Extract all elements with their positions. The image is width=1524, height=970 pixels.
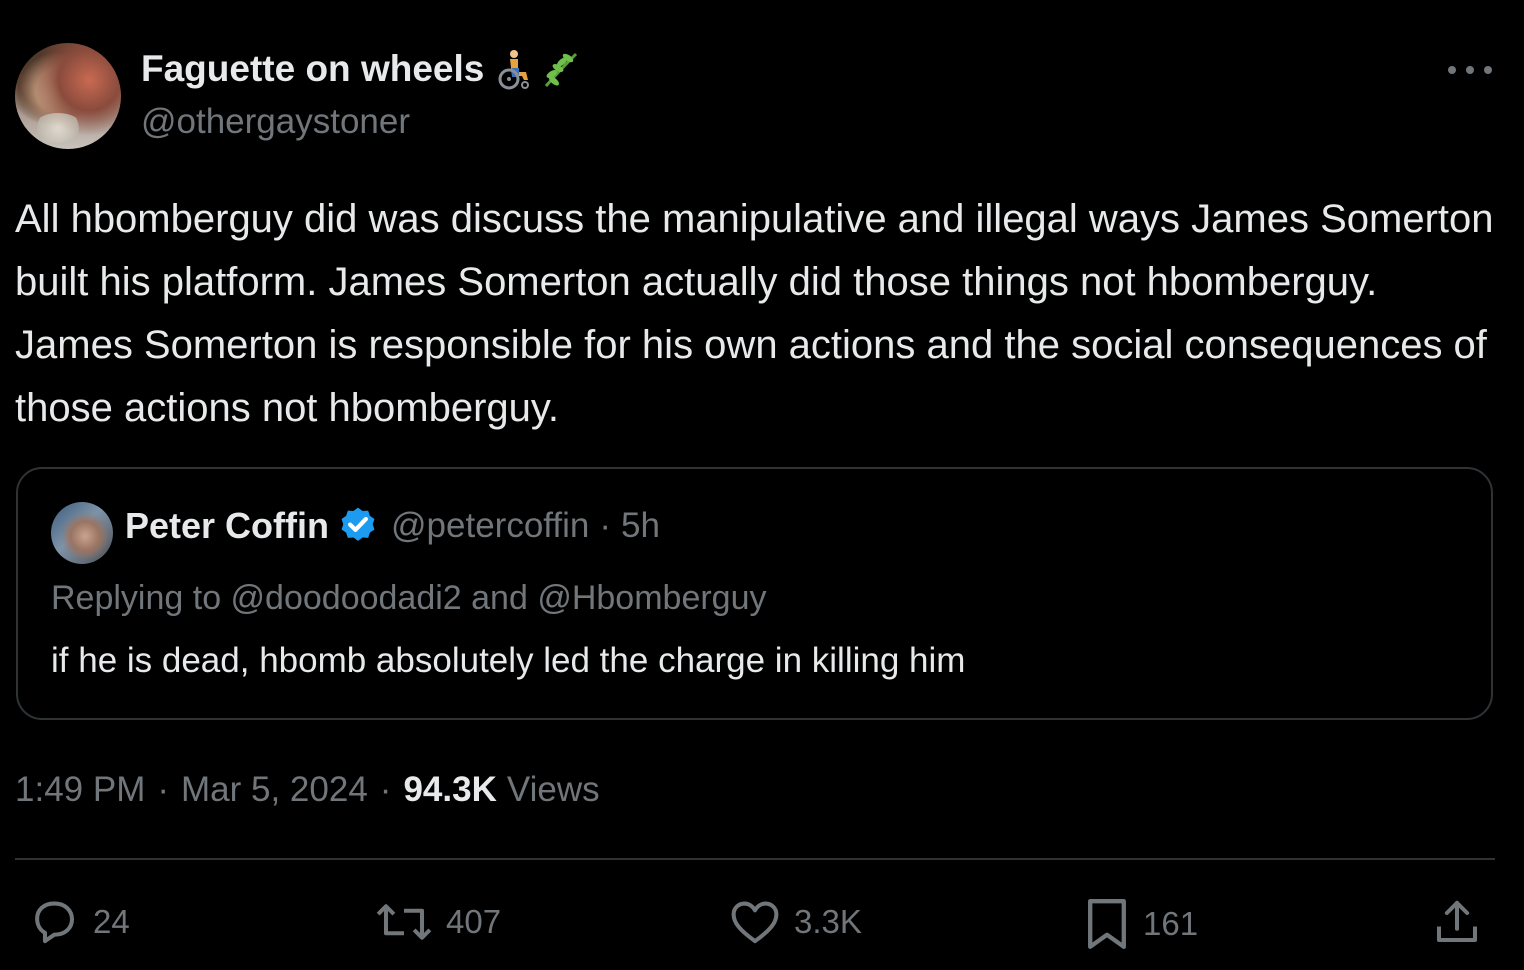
herb-icon bbox=[545, 52, 578, 87]
share-icon bbox=[1436, 900, 1478, 943]
like-count: 3.3K bbox=[794, 903, 862, 940]
reply-button[interactable]: 24 bbox=[27, 895, 130, 949]
like-button[interactable]: 3.3K bbox=[728, 895, 862, 949]
quoted-tweet-card[interactable]: Peter Coffin @petercoffin · 5h Replying … bbox=[16, 467, 1493, 720]
more-options-icon[interactable] bbox=[1448, 58, 1492, 82]
tweet-time[interactable]: 1:49 PM bbox=[15, 770, 145, 810]
tweet-text: All hbomberguy did was discuss the manip… bbox=[15, 197, 1494, 430]
quoted-author-handle[interactable]: @petercoffin bbox=[391, 506, 589, 546]
meta-separator: · bbox=[157, 770, 170, 809]
wheelchair-person-icon bbox=[498, 50, 530, 90]
quoted-tweet-time[interactable]: 5h bbox=[621, 506, 660, 546]
views-label: Views bbox=[506, 770, 600, 809]
quoted-header-separator: · bbox=[599, 506, 611, 545]
views-count: 94.3K bbox=[403, 770, 497, 809]
author-name-text: Faguette on wheels bbox=[141, 48, 485, 89]
author-handle[interactable]: @othergaystoner bbox=[141, 102, 410, 142]
quoted-author-name[interactable]: Peter Coffin bbox=[125, 505, 329, 547]
bookmark-icon bbox=[1088, 899, 1126, 949]
tweet-meta: 1:49 PM · Mar 5, 2024 · 94.3K Views bbox=[15, 770, 600, 810]
bookmark-count: 161 bbox=[1143, 905, 1199, 942]
repost-icon bbox=[376, 904, 432, 940]
quoted-tweet-header: Peter Coffin @petercoffin · 5h bbox=[125, 505, 660, 547]
meta-separator: · bbox=[379, 770, 392, 809]
reply-count: 24 bbox=[93, 903, 130, 940]
repost-count: 407 bbox=[446, 903, 502, 940]
verified-badge-icon bbox=[341, 507, 375, 541]
reply-icon bbox=[35, 901, 75, 944]
tweet-date[interactable]: Mar 5, 2024 bbox=[181, 770, 368, 810]
author-display-name[interactable]: Faguette on wheels bbox=[141, 48, 580, 90]
replying-to-line: Replying to @doodoodadi2 and @Hbomberguy bbox=[51, 579, 767, 617]
repost-button[interactable]: 407 bbox=[374, 895, 501, 949]
author-avatar[interactable] bbox=[15, 43, 121, 149]
share-button[interactable] bbox=[1430, 895, 1496, 949]
divider bbox=[15, 858, 1495, 860]
heart-icon bbox=[731, 901, 779, 944]
bookmark-button[interactable]: 161 bbox=[1083, 895, 1198, 953]
quoted-tweet-text: if he is dead, hbomb absolutely led the … bbox=[51, 641, 966, 680]
quoted-author-avatar[interactable] bbox=[51, 502, 113, 564]
